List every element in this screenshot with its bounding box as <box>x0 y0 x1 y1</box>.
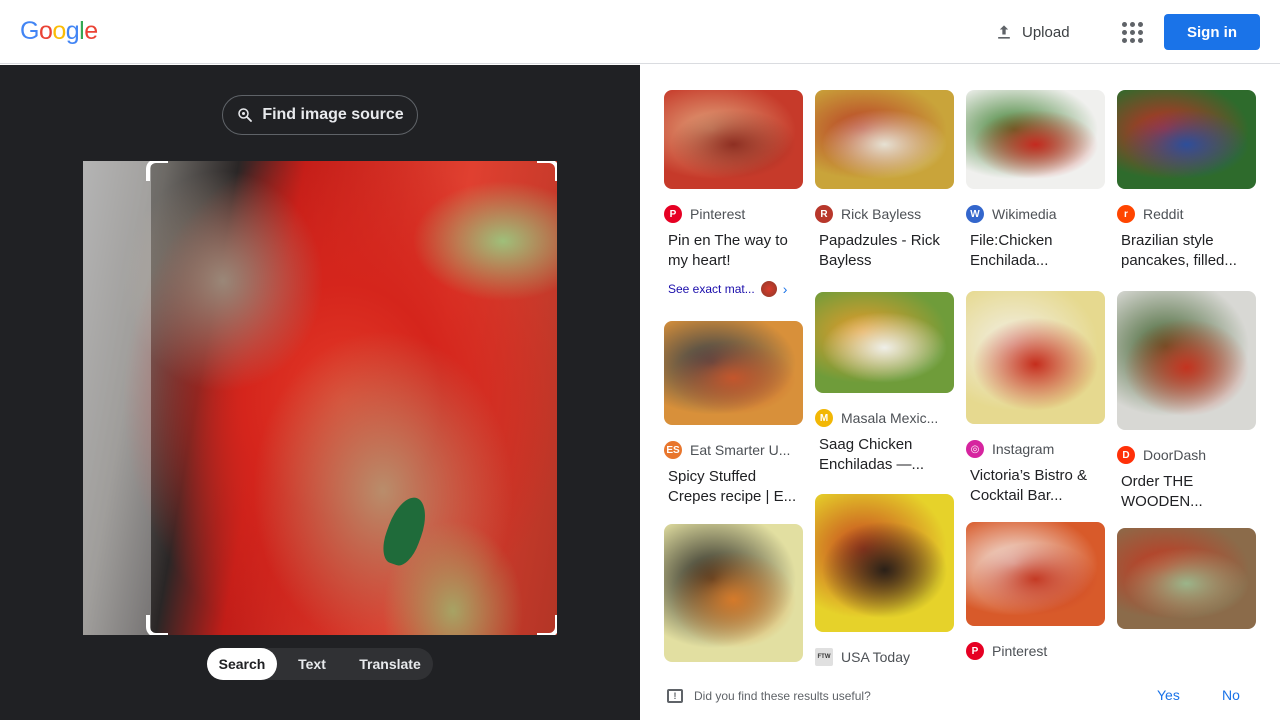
site-favicon-icon: R <box>815 205 833 223</box>
see-exact-matches-link[interactable]: See exact mat... › <box>664 281 803 297</box>
result-source[interactable]: r Reddit <box>1117 205 1256 223</box>
result-source[interactable]: M Masala Mexic... <box>815 409 954 427</box>
result-card[interactable]: ES Eat Smarter U... Spicy Stuffed Crepes r… <box>664 321 803 507</box>
result-source[interactable]: FTW USA Today <box>815 648 954 666</box>
result-card[interactable]: ◎ Instagram Victoria’s Bistro & Cocktail B… <box>966 291 1105 506</box>
result-thumbnail[interactable] <box>664 524 803 662</box>
feedback-yes-button[interactable]: Yes <box>1157 687 1180 703</box>
result-source-name: Rick Bayless <box>841 206 922 222</box>
exact-match-thumbnail <box>760 281 777 297</box>
upload-label: Upload <box>1022 23 1070 41</box>
result-thumbnail[interactable] <box>815 494 954 632</box>
query-image[interactable] <box>83 161 557 635</box>
site-favicon-icon: ES <box>664 441 682 459</box>
top-bar: Google Upload Sign in <box>0 0 1280 64</box>
exact-match-label: See exact mat... <box>668 282 755 296</box>
result-source[interactable]: P Pinterest <box>664 205 803 223</box>
result-title[interactable]: File:Chicken Enchilada... <box>966 231 1105 271</box>
mode-tabs: Search Text Translate <box>207 648 433 680</box>
sign-in-button[interactable]: Sign in <box>1164 14 1260 50</box>
query-image-photo <box>83 161 557 635</box>
result-source[interactable]: ◎ Instagram <box>966 440 1105 458</box>
result-source-name: Wikimedia <box>992 206 1057 222</box>
results-panel: P Pinterest Pin en The way to my heart! See… <box>640 65 1280 720</box>
logo-letter: o <box>38 17 53 45</box>
result-title[interactable]: Spicy Stuffed Crepes recipe | E... <box>664 467 803 507</box>
result-card[interactable] <box>1117 528 1256 629</box>
result-thumbnail[interactable] <box>1117 528 1256 629</box>
result-thumbnail[interactable] <box>815 90 954 189</box>
crop-handle-top-right[interactable] <box>537 161 557 181</box>
result-card[interactable]: rReddit <box>664 524 803 696</box>
result-thumbnail[interactable] <box>1117 90 1256 189</box>
result-thumbnail[interactable] <box>664 90 803 189</box>
apps-grid-icon[interactable] <box>1116 16 1148 48</box>
upload-icon <box>998 25 1010 39</box>
image-search-icon <box>238 108 253 122</box>
result-source-name: USA Today <box>841 649 911 665</box>
result-source-name: Masala Mexic... <box>841 410 939 426</box>
upload-button[interactable]: Upload <box>984 14 1080 50</box>
result-source-name: Instagram <box>992 441 1055 457</box>
result-source[interactable]: R Rick Bayless <box>815 205 954 223</box>
result-source-name: DoorDash <box>1143 447 1207 463</box>
result-title[interactable]: Order THE WOODEN... <box>1117 472 1256 512</box>
tab-text[interactable]: Text <box>277 648 347 680</box>
site-favicon-icon: P <box>664 205 682 223</box>
result-source-name: Pinterest <box>690 206 746 222</box>
result-card[interactable]: P Pinterest Pin en The way to my heart! See… <box>664 90 803 297</box>
site-favicon-icon: ◎ <box>966 440 984 458</box>
result-card[interactable]: W Wikimedia File:Chicken Enchilada... <box>966 90 1105 271</box>
crop-handle-bottom-left[interactable] <box>146 615 168 635</box>
feedback-question: Did you find these results useful? <box>694 689 871 703</box>
google-logo[interactable]: Google <box>20 17 98 46</box>
result-title[interactable]: Victoria’s Bistro & Cocktail Bar... <box>966 466 1105 506</box>
result-card[interactable]: R Rick Bayless Papadzules - Rick Bayless <box>815 90 954 271</box>
tab-search[interactable]: Search <box>207 648 277 680</box>
site-favicon-icon: D <box>1117 446 1135 464</box>
result-thumbnail[interactable] <box>966 291 1105 424</box>
result-source[interactable]: ES Eat Smarter U... <box>664 441 803 459</box>
result-source-name: Reddit <box>1143 206 1184 222</box>
logo-letter: G <box>20 17 39 45</box>
result-card[interactable]: D DoorDash Order THE WOODEN... <box>1117 291 1256 512</box>
result-thumbnail[interactable] <box>664 321 803 425</box>
result-card[interactable]: r Reddit Brazilian style pancakes, filled.… <box>1117 90 1256 271</box>
find-image-source-button[interactable]: Find image source <box>222 95 418 135</box>
site-favicon-icon: r <box>1117 205 1135 223</box>
crop-outside-shade <box>83 161 151 635</box>
feedback-bar: ! Did you find these results useful? Yes… <box>640 672 1280 720</box>
result-title[interactable]: Saag Chicken Enchiladas —... <box>815 435 954 475</box>
logo-letter: e <box>84 17 98 45</box>
result-title[interactable]: Pin en The way to my heart! <box>664 231 803 271</box>
result-source[interactable]: D DoorDash <box>1117 446 1256 464</box>
result-title[interactable]: Papadzules - Rick Bayless <box>815 231 954 271</box>
site-favicon-icon: FTW <box>815 648 833 666</box>
result-thumbnail[interactable] <box>1117 291 1256 430</box>
result-source-name: Eat Smarter U... <box>690 442 791 458</box>
logo-letter: o <box>52 17 66 45</box>
result-card[interactable]: M Masala Mexic... Saag Chicken Enchiladas … <box>815 292 954 475</box>
find-image-source-label: Find image source <box>262 106 404 123</box>
feedback-no-button[interactable]: No <box>1222 687 1240 703</box>
site-favicon-icon: M <box>815 409 833 427</box>
result-thumbnail[interactable] <box>966 522 1105 626</box>
site-favicon-icon: W <box>966 205 984 223</box>
result-title[interactable]: Brazilian style pancakes, filled... <box>1117 231 1256 271</box>
logo-letter: g <box>65 17 80 45</box>
query-image-panel: Find image source Search Text Translate <box>0 65 640 720</box>
crop-handle-bottom-right[interactable] <box>537 615 557 635</box>
site-favicon-icon: P <box>966 642 984 660</box>
result-source-name: Pinterest <box>992 643 1048 659</box>
result-card[interactable]: P Pinterest <box>966 522 1105 660</box>
chevron-right-icon: › <box>782 281 788 297</box>
crop-handle-top-left[interactable] <box>146 161 168 181</box>
result-thumbnail[interactable] <box>815 292 954 393</box>
result-thumbnail[interactable] <box>966 90 1105 189</box>
tab-translate[interactable]: Translate <box>347 648 433 680</box>
feedback-icon: ! <box>667 689 683 703</box>
result-source[interactable]: W Wikimedia <box>966 205 1105 223</box>
result-source[interactable]: P Pinterest <box>966 642 1105 660</box>
